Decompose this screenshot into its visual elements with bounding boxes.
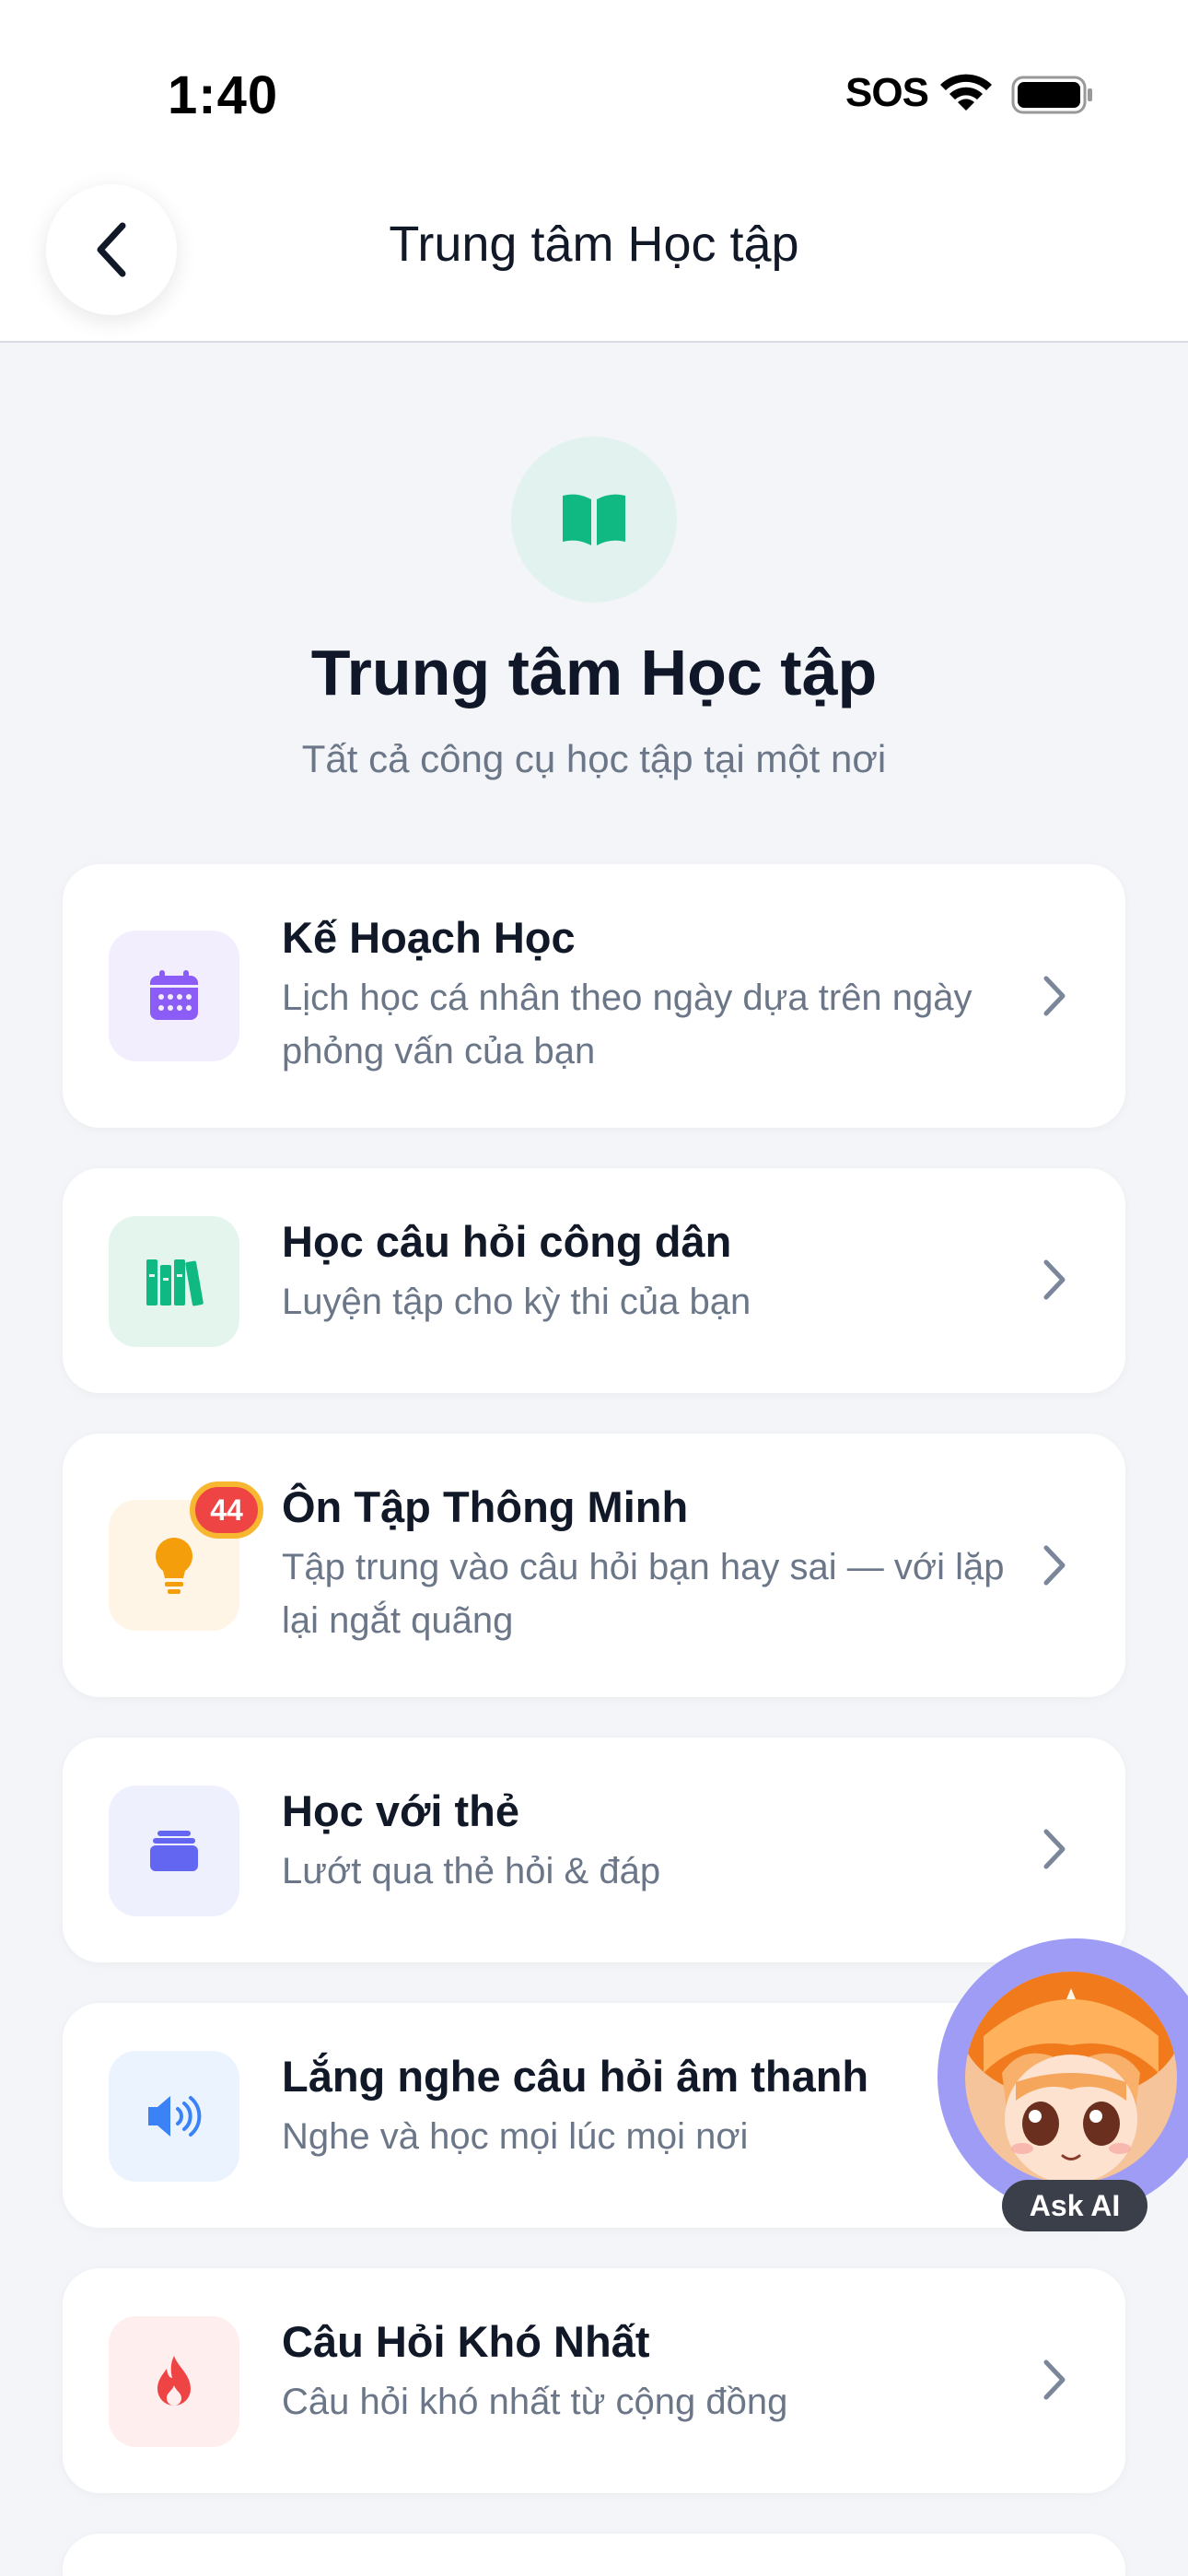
ai-avatar[interactable]	[965, 1972, 1177, 2184]
card-title: Ôn Tập Thông Minh	[282, 1482, 689, 1531]
card-description: Luyện tập cho kỳ thi của bạn	[282, 1282, 751, 1322]
civics-questions-card[interactable]: Học câu hỏi công dân Luyện tập cho kỳ th…	[63, 1168, 1125, 1393]
card-description: Lịch học cá nhân theo ngày dựa trên ngày…	[282, 978, 973, 1071]
chevron-right-icon	[1043, 1259, 1066, 1300]
card-title: Kế Hoạch Học	[282, 913, 576, 962]
card-title: Lắng nghe câu hỏi âm thanh	[282, 2052, 869, 2101]
nav-title: Trung tâm Học tập	[389, 217, 799, 272]
open-book-icon	[511, 437, 677, 603]
flashcards-card[interactable]: Học với thẻ Lướt qua thẻ hỏi & đáp	[63, 1738, 1125, 1962]
smart-review-card[interactable]: 44 Ôn Tập Thông Minh Tập trung vào câu h…	[63, 1434, 1125, 1697]
chevron-right-icon	[1043, 976, 1066, 1016]
card-title: Câu Hỏi Khó Nhất	[282, 2317, 650, 2366]
card-description: Câu hỏi khó nhất từ cộng đồng	[282, 2382, 788, 2422]
wifi-icon	[940, 74, 992, 111]
card-description: Lướt qua thẻ hỏi & đáp	[282, 1851, 661, 1891]
battery-icon	[1011, 76, 1092, 114]
books-icon	[109, 1216, 239, 1347]
calendar-icon	[109, 931, 239, 1061]
sos-indicator: SOS	[845, 70, 929, 115]
card-description: Tập trung vào câu hỏi bạn hay sai — với …	[282, 1547, 1005, 1641]
status-time: 1:40	[168, 65, 279, 125]
speaker-icon	[109, 2051, 239, 2182]
page-subtitle: Tất cả công cụ học tập tại một nơi	[301, 737, 887, 780]
study-plan-card[interactable]: Kế Hoạch Học Lịch học cá nhân theo ngày …	[63, 864, 1125, 1128]
hardest-questions-card[interactable]: Câu Hỏi Khó Nhất Câu hỏi khó nhất từ cộn…	[63, 2268, 1125, 2493]
status-bar: 1:40 SOS	[0, 0, 1188, 147]
card-title: Học câu hỏi công dân	[282, 1217, 732, 1266]
chevron-right-icon	[1043, 2359, 1066, 2400]
chevron-right-icon	[1043, 1829, 1066, 1869]
ask-ai-label[interactable]: Ask AI	[1002, 2180, 1147, 2231]
card-title: Học với thẻ	[282, 1786, 520, 1835]
page-title: Trung tâm Học tập	[310, 637, 878, 708]
chevron-right-icon	[1043, 1545, 1066, 1586]
card-description: Nghe và học mọi lúc mọi nơi	[282, 2116, 749, 2157]
notification-badge: 44	[190, 1481, 263, 1539]
cards-icon	[109, 1786, 239, 1916]
next-card[interactable]	[63, 2534, 1125, 2576]
flame-icon	[109, 2316, 239, 2447]
navigation-bar: Trung tâm Học tập	[0, 147, 1188, 343]
